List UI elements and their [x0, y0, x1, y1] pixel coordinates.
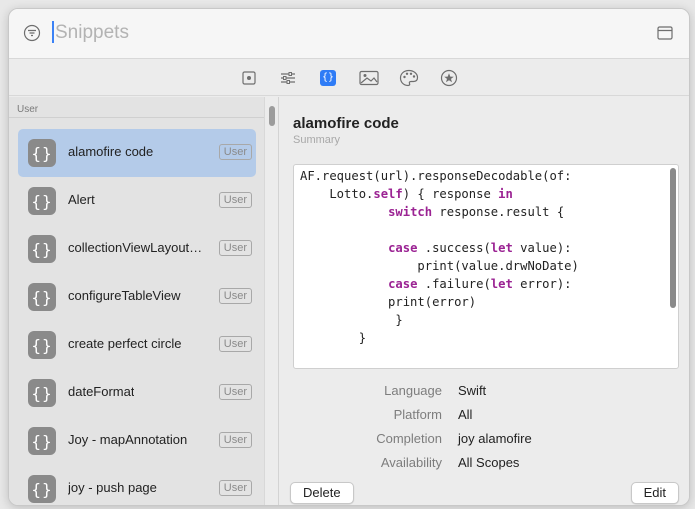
list-item[interactable]: {} joy - push page User: [18, 465, 256, 505]
property-value[interactable]: All: [458, 407, 472, 422]
general-icon[interactable]: [240, 69, 258, 87]
scope-tag: User: [218, 240, 252, 256]
property-value[interactable]: joy alamofire: [458, 431, 532, 446]
scope-tag: User: [218, 384, 252, 400]
scope-tag: User: [218, 480, 252, 496]
scope-tag: User: [218, 192, 252, 208]
code-text[interactable]: AF.request(url).responseDecodable(of: Lo…: [300, 167, 579, 347]
snippet-name: configureTableView: [68, 288, 181, 303]
snippet-detail: alamofire code Summary AF.request(url).r…: [280, 97, 689, 505]
code-editor[interactable]: AF.request(url).responseDecodable(of: Lo…: [293, 164, 679, 369]
search-input[interactable]: [55, 18, 615, 48]
snippet-name: collectionViewLayout…: [68, 240, 203, 255]
edit-button[interactable]: Edit: [630, 482, 679, 504]
list-item[interactable]: {} Alert User: [18, 177, 256, 225]
list-item[interactable]: {} collectionViewLayout… User: [18, 225, 256, 273]
snippet-icon: {}: [28, 427, 56, 455]
snippet-name: Alert: [68, 192, 95, 207]
snippet-icon: {}: [28, 379, 56, 407]
list-item[interactable]: {} configureTableView User: [18, 273, 256, 321]
sidebar-toggle-icon[interactable]: [657, 25, 673, 41]
property-value[interactable]: Swift: [458, 383, 486, 398]
section-header: User: [17, 104, 39, 115]
list-item[interactable]: {} create perfect circle User: [18, 321, 256, 369]
snippet-icon: {}: [28, 235, 56, 263]
snippet-icon: {}: [28, 283, 56, 311]
property-label: Language: [384, 383, 442, 398]
snippet-name: Joy - mapAnnotation: [68, 432, 188, 447]
star-icon[interactable]: [440, 69, 458, 87]
property-row: Completion joy alamofire: [280, 427, 689, 451]
snippet-icon: {}: [28, 187, 56, 215]
delete-button[interactable]: Delete: [290, 482, 354, 504]
snippet-properties: Language Swift Platform All Completion joy al…: [280, 379, 689, 475]
snippet-name: joy - push page: [68, 480, 157, 495]
palette-icon[interactable]: [399, 69, 419, 87]
code-snippets-icon[interactable]: {}: [320, 70, 336, 86]
snippet-icon: {}: [28, 475, 56, 503]
scope-tag: User: [218, 432, 252, 448]
property-row: Platform All: [280, 403, 689, 427]
snippet-name: dateFormat: [68, 384, 135, 399]
snippet-sidebar: User {} alamofire code User {} Alert User {} co…: [9, 97, 279, 505]
list-item[interactable]: {} Joy - mapAnnotation User: [18, 417, 256, 465]
text-caret: [52, 21, 54, 43]
scrollbar-thumb[interactable]: [269, 106, 275, 126]
property-value[interactable]: All Scopes: [458, 455, 519, 470]
property-label: Completion: [376, 431, 442, 446]
filter-icon[interactable]: [23, 24, 41, 42]
property-row: Availability All Scopes: [280, 451, 689, 475]
snippets-window: {} User {}alamofire codeUser{}AlertUser{…: [8, 8, 690, 506]
list-item[interactable]: {} alamofire code User: [18, 129, 256, 177]
snippet-icon: {}: [28, 139, 56, 167]
snippet-name: alamofire code: [68, 144, 154, 159]
snippet-summary[interactable]: Summary: [293, 134, 340, 146]
snippet-name: create perfect circle: [68, 336, 182, 351]
image-icon[interactable]: [359, 69, 379, 87]
category-toolbar: {}: [9, 60, 689, 96]
search-bar: [9, 9, 689, 59]
property-label: Platform: [393, 407, 442, 422]
sidebar-scrollbar[interactable]: [264, 97, 278, 505]
property-label: Availability: [380, 455, 442, 470]
property-row: Language Swift: [280, 379, 689, 403]
snippet-list: {} alamofire code User {} Alert User {} collect…: [18, 129, 256, 505]
divider: [9, 117, 267, 118]
snippet-icon: {}: [28, 331, 56, 359]
code-scrollbar-thumb[interactable]: [670, 168, 676, 308]
scope-tag: User: [218, 144, 252, 160]
scope-tag: User: [218, 288, 252, 304]
snippet-title[interactable]: alamofire code: [293, 115, 399, 132]
sliders-icon[interactable]: [279, 69, 297, 87]
list-item[interactable]: {} dateFormat User: [18, 369, 256, 417]
scope-tag: User: [218, 336, 252, 352]
